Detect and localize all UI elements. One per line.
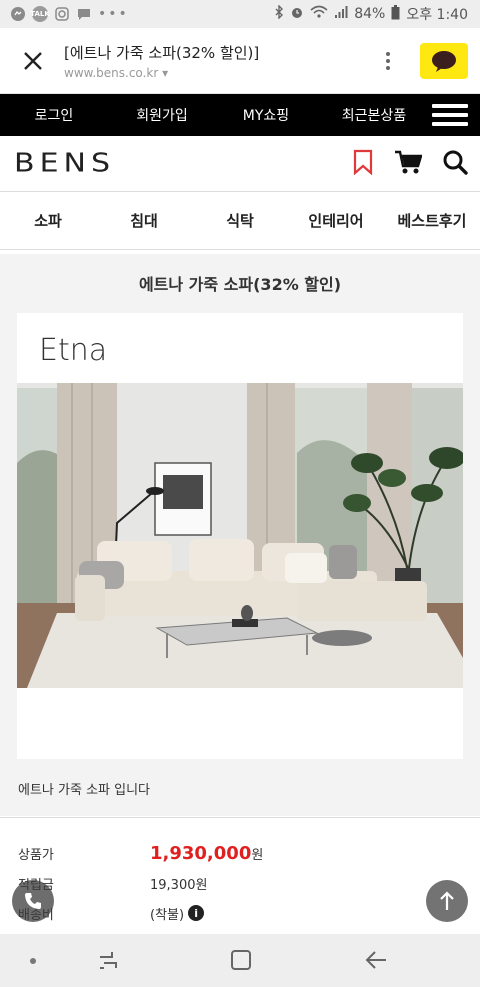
recent-apps-icon[interactable] [96, 948, 120, 976]
points-row: 적립금 19,300원 [0, 868, 480, 898]
brand-logo[interactable]: BENS [14, 149, 115, 179]
home-icon[interactable] [230, 949, 252, 975]
cart-icon[interactable] [394, 149, 423, 179]
browser-page-title: [에트나 가죽 소파(32% 할인)] [64, 43, 260, 62]
url-block[interactable]: [에트나 가죽 소파(32% 할인)] www.bens.co.kr ▾ [64, 42, 378, 80]
category-nav: 소파 침대 식탁 인테리어 베스트후기 [0, 192, 480, 250]
browser-url: www.bens.co.kr ▾ [64, 66, 378, 80]
status-left: TALK ••• [10, 6, 129, 22]
arrow-up-icon [440, 891, 454, 910]
phone-icon [25, 893, 41, 909]
browser-bar: [에트나 가죽 소파(32% 할인)] www.bens.co.kr ▾ [0, 28, 480, 94]
product-info: 상품가 1,930,000원 적립금 19,300원 배송비 (착불) i [0, 817, 480, 933]
close-icon[interactable] [18, 46, 48, 76]
living-room-photo [17, 383, 463, 688]
nav-my-shopping[interactable]: MY쇼핑 [216, 105, 316, 125]
wifi-icon [310, 5, 328, 23]
top-nav: 로그인 회원가입 MY쇼핑 최근본상품 [0, 94, 480, 136]
category-sofa[interactable]: 소파 [0, 210, 96, 231]
alarm-icon [290, 5, 304, 23]
nav-login[interactable]: 로그인 [0, 105, 108, 125]
shipping-row: 배송비 (착불) i [0, 898, 480, 928]
more-dots-icon: ••• [98, 6, 129, 22]
url-dropdown-icon[interactable]: ▾ [158, 66, 168, 80]
product-section: 에트나 가죽 소파(32% 할인) Etna 에트나 가죽 소파 입니다 [0, 254, 480, 816]
price-label: 상품가 [18, 847, 54, 863]
product-description: 에트나 가죽 소파 입니다 [18, 783, 150, 798]
battery-level: 84% [354, 6, 386, 22]
instagram-icon [54, 6, 70, 22]
category-bed[interactable]: 침대 [96, 210, 192, 231]
messenger-icon [10, 6, 26, 22]
clock: 오후 1:40 [406, 7, 468, 23]
speech-bubble-icon [432, 50, 456, 72]
scroll-top-button[interactable] [426, 880, 468, 922]
kakao-chat-button[interactable] [420, 42, 468, 79]
talk-icon: TALK [30, 6, 50, 22]
price-row: 상품가 1,930,000 원 [0, 838, 480, 868]
price-unit: 원 [251, 847, 264, 863]
product-image[interactable]: Etna [17, 313, 463, 759]
back-icon[interactable] [364, 949, 388, 975]
logo-bar: BENS [0, 136, 480, 192]
category-best-reviews[interactable]: 베스트후기 [384, 210, 480, 231]
bookmark-icon[interactable] [352, 149, 374, 179]
system-nav-bar [0, 934, 480, 987]
signal-icon [334, 5, 348, 23]
nav-dot-icon [30, 958, 36, 964]
nav-signup[interactable]: 회원가입 [108, 105, 216, 125]
points-value: 19,300원 [150, 877, 208, 893]
search-icon[interactable] [442, 149, 468, 179]
product-title: 에트나 가죽 소파(32% 할인) [138, 275, 342, 294]
status-bar: TALK ••• 84% 오후 1:40 [0, 0, 480, 28]
header-icons [352, 149, 468, 179]
url-value: www.bens.co.kr [64, 65, 159, 80]
bluetooth-icon [274, 4, 284, 23]
battery-icon [391, 4, 400, 24]
more-menu-icon[interactable] [378, 51, 398, 70]
nav-recent-items[interactable]: 최근본상품 [316, 105, 432, 125]
category-dining[interactable]: 식탁 [192, 210, 288, 231]
hamburger-menu-icon[interactable] [432, 94, 468, 136]
chat-icon [76, 6, 92, 22]
phone-call-button[interactable] [12, 880, 54, 922]
shipping-value: (착불) [150, 907, 185, 923]
info-icon[interactable]: i [188, 905, 205, 921]
price-value: 1,930,000 [150, 842, 252, 864]
status-right: 84% 오후 1:40 [274, 4, 468, 24]
category-interior[interactable]: 인테리어 [288, 210, 384, 231]
